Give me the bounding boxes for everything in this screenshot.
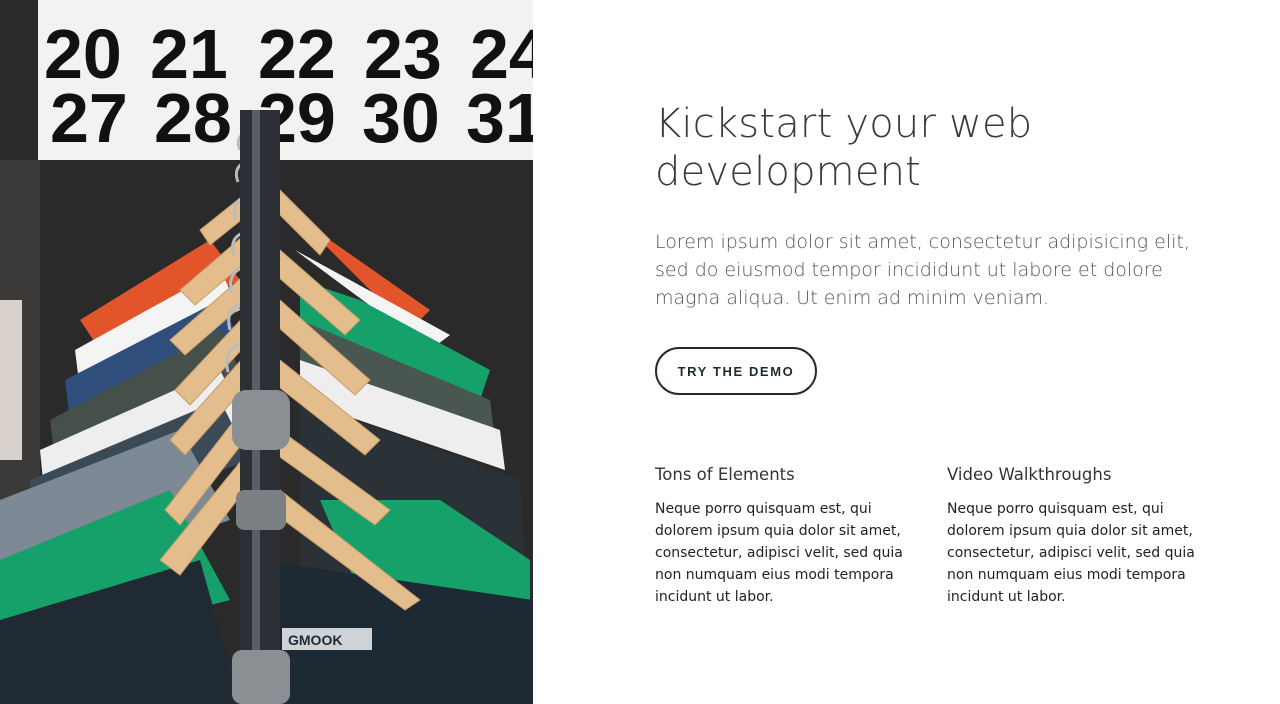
feature-tons-of-elements: Tons of Elements Neque porro quisquam es…: [655, 462, 917, 608]
feature-description: Neque porro quisquam est, qui dolorem ip…: [655, 501, 903, 605]
shirt-tag: GMOOK: [288, 632, 342, 648]
page-headline: Kickstart your web development: [655, 100, 1215, 196]
calendar-number: 31: [466, 79, 533, 157]
calendar-number: 30: [362, 79, 440, 157]
feature-title: Video Walkthroughs: [947, 465, 1112, 484]
headline-line-2: development: [655, 149, 922, 195]
feature-video-walkthroughs: Video Walkthroughs Neque porro quisquam …: [947, 462, 1209, 608]
feature-title: Tons of Elements: [655, 465, 795, 484]
hero-image: 20 21 22 23 24 27 28 29 30 31 GMOOK: [0, 0, 533, 704]
calendar-number: 27: [50, 79, 128, 157]
headline-line-1: Kickstart your web: [655, 101, 1033, 147]
calendar-number: 28: [154, 79, 232, 157]
lead-paragraph: Lorem ipsum dolor sit amet, consectetur …: [655, 231, 1190, 309]
feature-description: Neque porro quisquam est, qui dolorem ip…: [947, 501, 1195, 605]
try-demo-button[interactable]: TRY THE DEMO: [655, 347, 817, 395]
